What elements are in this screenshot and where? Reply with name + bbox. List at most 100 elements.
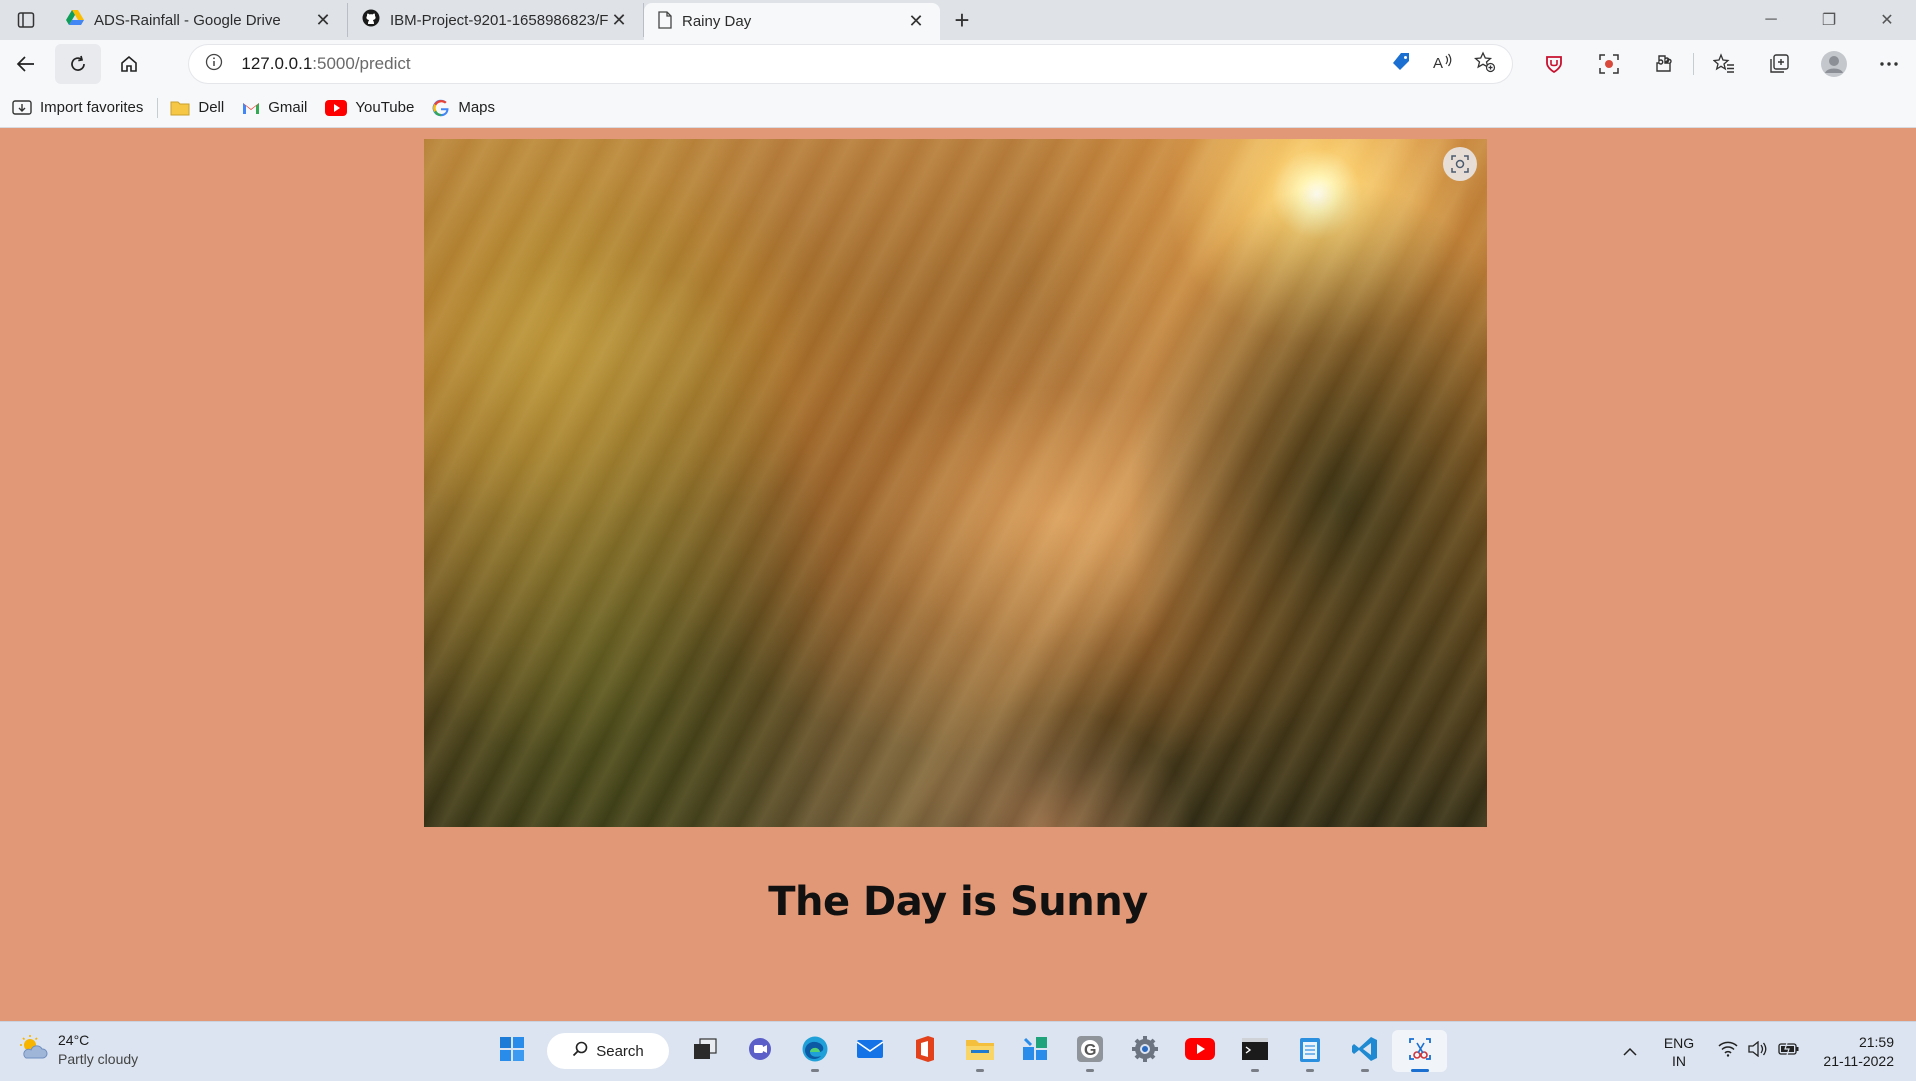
tab-github[interactable]: IBM-Project-9201-1658986823/F ✕ [348, 3, 644, 37]
office-app[interactable] [897, 1030, 952, 1072]
favorite-import[interactable]: Import favorites [12, 99, 143, 117]
wifi-icon[interactable] [1718, 1041, 1738, 1062]
chat-icon [747, 1037, 773, 1066]
battery-icon[interactable] [1778, 1041, 1800, 1062]
read-aloud-icon[interactable]: A [1432, 52, 1454, 77]
gmail-icon [242, 101, 260, 115]
start-button[interactable] [484, 1030, 539, 1072]
sunny-forest-image [424, 139, 1487, 827]
google-icon [432, 99, 450, 117]
snipping-tool-app[interactable] [1392, 1030, 1447, 1072]
settings-app[interactable] [1117, 1030, 1172, 1072]
terminal-app[interactable] [1227, 1030, 1282, 1072]
favorite-label: Maps [458, 99, 496, 116]
language-indicator[interactable]: ENG IN [1652, 1034, 1706, 1070]
favorite-label: YouTube [355, 99, 415, 116]
chrome-icon: G [1076, 1035, 1104, 1068]
notepad-icon [1299, 1035, 1321, 1068]
office-icon [913, 1035, 937, 1068]
tab-google-drive[interactable]: ADS-Rainfall - Google Drive ✕ [52, 3, 348, 37]
minimize-icon[interactable]: ─ [1742, 0, 1800, 40]
favorites-icon[interactable] [1696, 44, 1751, 84]
youtube-icon [1184, 1037, 1215, 1065]
chevron-up-icon[interactable] [1608, 1047, 1652, 1057]
screenshot-icon[interactable] [1581, 44, 1636, 84]
collections-icon[interactable] [1751, 44, 1806, 84]
google-drive-icon [66, 10, 84, 30]
teams-chat-app[interactable] [732, 1030, 787, 1072]
browser-toolbar: 127.0.0.1:5000/predict A [0, 40, 1916, 88]
favorites-separator [157, 97, 159, 118]
language-code: ENG [1663, 1034, 1695, 1051]
close-icon[interactable]: ✕ [313, 10, 333, 31]
favorite-maps[interactable]: Maps [432, 99, 495, 117]
more-menu-icon[interactable] [1861, 44, 1916, 84]
restore-icon[interactable]: ❐ [1800, 0, 1858, 40]
favorite-label: Gmail [268, 99, 308, 116]
mail-icon [856, 1038, 884, 1065]
tab-title: ADS-Rainfall - Google Drive [94, 11, 281, 29]
tab-rainy-day[interactable]: Rainy Day ✕ [644, 3, 940, 40]
toolbar-separator [1693, 53, 1694, 75]
url-text[interactable]: 127.0.0.1:5000/predict [241, 54, 1390, 74]
windows-taskbar: 24°C Partly cloudy Search G ENG IN 21:59… [0, 1021, 1916, 1081]
extensions-icon[interactable] [1636, 44, 1691, 84]
vscode-app[interactable] [1337, 1030, 1392, 1072]
profile-avatar-icon[interactable] [1806, 44, 1861, 84]
search-icon [572, 1041, 588, 1061]
visual-search-icon[interactable] [1443, 147, 1477, 181]
address-bar[interactable]: 127.0.0.1:5000/predict A [189, 45, 1512, 83]
favorite-gmail[interactable]: Gmail [242, 99, 307, 116]
task-view-app[interactable] [677, 1030, 732, 1072]
favorite-youtube[interactable]: YouTube [325, 99, 414, 116]
shopping-tag-icon[interactable] [1390, 51, 1412, 78]
favorite-label: Dell [198, 99, 225, 116]
weather-widget[interactable]: 24°C Partly cloudy [18, 1031, 138, 1069]
region-code: IN [1672, 1052, 1686, 1069]
system-clock[interactable]: 21:59 21-11-2022 [1814, 1033, 1894, 1071]
refresh-icon[interactable] [54, 44, 101, 84]
edge-app[interactable] [787, 1030, 842, 1072]
github-icon [362, 9, 380, 31]
file-explorer-app[interactable] [952, 1030, 1007, 1072]
taskbar-search[interactable]: Search [547, 1033, 669, 1069]
page-icon [658, 10, 672, 33]
back-icon[interactable] [0, 44, 52, 84]
home-icon[interactable] [104, 44, 156, 84]
clock-time: 21:59 [1858, 1033, 1894, 1050]
favorites-bar: Import favorites Dell Gmail YouTube Maps [0, 88, 1916, 128]
page-content: The Day is Sunny [0, 129, 1916, 1021]
close-window-icon[interactable]: ✕ [1858, 0, 1916, 40]
svg-text:A: A [1433, 55, 1443, 72]
import-icon [12, 99, 32, 117]
image-sun-rays [424, 139, 1487, 827]
close-icon[interactable]: ✕ [609, 10, 629, 31]
notepad-app[interactable] [1282, 1030, 1337, 1072]
info-icon[interactable] [205, 53, 223, 76]
mail-app[interactable] [842, 1030, 897, 1072]
extension-shield-icon[interactable] [1526, 44, 1581, 84]
youtube-icon [325, 99, 348, 116]
terminal-icon [1241, 1037, 1269, 1066]
add-favorite-icon[interactable] [1473, 50, 1496, 78]
store-app[interactable] [1007, 1030, 1062, 1072]
tab-actions-icon[interactable] [0, 0, 52, 40]
running-indicator [1085, 1069, 1094, 1072]
favorite-dell[interactable]: Dell [170, 99, 224, 116]
close-icon[interactable]: ✕ [906, 11, 926, 32]
tab-title: Rainy Day [682, 13, 752, 30]
chrome-app[interactable]: G [1062, 1030, 1117, 1072]
weather-condition: Partly cloudy [58, 1051, 139, 1067]
youtube-app[interactable] [1172, 1030, 1227, 1072]
tab-title: IBM-Project-9201-1658986823/F [390, 11, 609, 29]
windows-logo-icon [499, 1036, 525, 1067]
running-indicator [1250, 1069, 1259, 1072]
new-tab-icon[interactable]: + [940, 3, 984, 37]
volume-icon[interactable] [1748, 1040, 1768, 1062]
running-indicator [975, 1069, 984, 1072]
favorite-label: Import favorites [40, 99, 144, 116]
window-controls: ─ ❐ ✕ [1742, 0, 1916, 40]
task-view-icon [693, 1037, 717, 1065]
running-indicator [1410, 1069, 1429, 1072]
vscode-icon [1351, 1035, 1379, 1068]
